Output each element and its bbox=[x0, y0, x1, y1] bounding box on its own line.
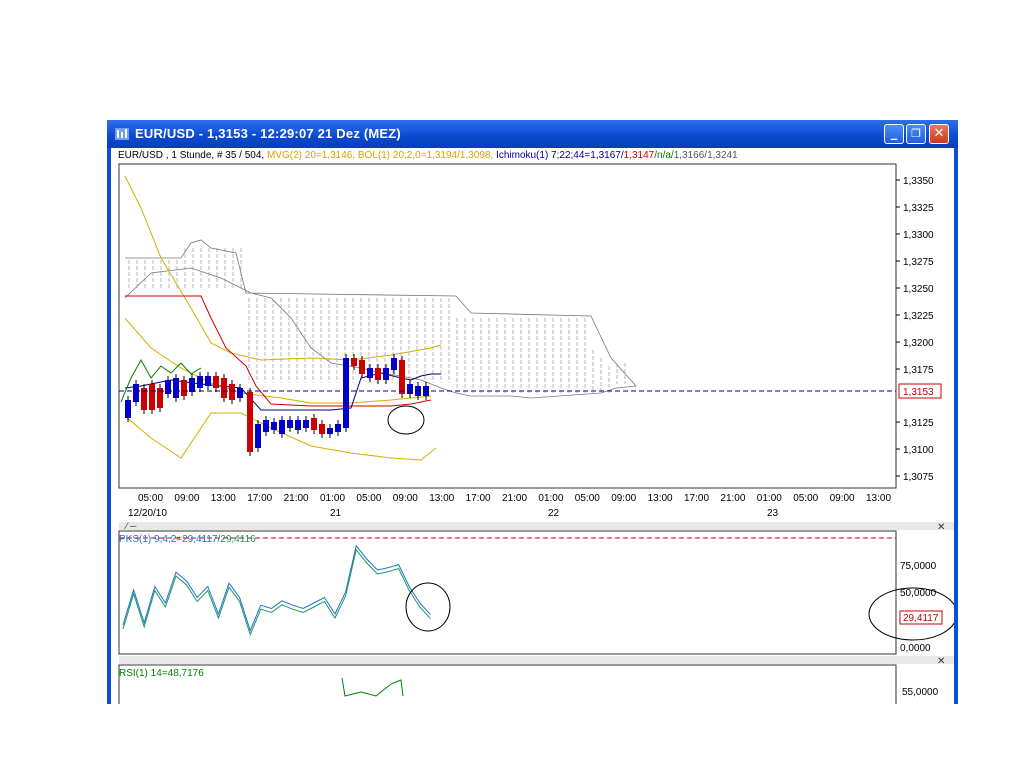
candle-body bbox=[247, 392, 253, 452]
pks-current-value: 29,4117 bbox=[903, 613, 939, 624]
time-axis-tick-label: 17:00 bbox=[466, 493, 491, 504]
candle-body bbox=[367, 368, 373, 378]
candle-body bbox=[165, 380, 171, 394]
panel-1-collapse-icon: ⁄ ─ bbox=[124, 521, 137, 531]
panel-2-close-icon: ✕ bbox=[937, 656, 945, 667]
candle-body bbox=[263, 420, 269, 432]
time-axis-tick-label: 13:00 bbox=[211, 493, 236, 504]
current-price-value: 1,3153 bbox=[903, 387, 934, 398]
time-axis-tick-label: 13:00 bbox=[648, 493, 673, 504]
candle-body bbox=[221, 378, 227, 398]
candle-body bbox=[407, 384, 413, 394]
pks-axis-tick-label: 75,0000 bbox=[900, 561, 937, 572]
candle-body bbox=[149, 384, 155, 410]
price-axis-tick-label: 1,3325 bbox=[903, 203, 934, 214]
candle-body bbox=[399, 360, 405, 394]
candle-body bbox=[205, 376, 211, 386]
restore-button[interactable]: ❐ bbox=[906, 124, 926, 144]
panel-1-close-icon: ✕ bbox=[937, 522, 945, 533]
pks-axis-tick-label: 50,0000 bbox=[900, 588, 937, 599]
price-axis-tick-label: 1,3250 bbox=[903, 284, 934, 295]
time-axis-tick-label: 09:00 bbox=[611, 493, 636, 504]
date-axis-label: 12/20/10 bbox=[128, 508, 167, 519]
rsi-label: RSI(1) 14=48,7176 bbox=[119, 668, 204, 679]
date-axis-label: 22 bbox=[548, 508, 560, 519]
candle-body bbox=[319, 424, 325, 434]
candle-body bbox=[213, 376, 219, 388]
candle-body bbox=[375, 368, 381, 380]
price-axis-tick-label: 1,3175 bbox=[903, 365, 934, 376]
chart-app-icon bbox=[115, 128, 129, 140]
candle-body bbox=[343, 358, 349, 428]
candle-body bbox=[279, 420, 285, 434]
time-axis-tick-label: 21:00 bbox=[720, 493, 745, 504]
rsi-axis-tick: 55,0000 bbox=[902, 687, 939, 698]
time-axis-tick-label: 13:00 bbox=[866, 493, 891, 504]
time-axis-tick-label: 05:00 bbox=[575, 493, 600, 504]
price-axis-tick-label: 1,3225 bbox=[903, 311, 934, 322]
chart-canvas[interactable]: 1,3350 1,3325 1,3300 1,3275 1,3250 1,3225 1,32… bbox=[111, 148, 954, 704]
price-axis-tick-label: 1,3100 bbox=[903, 445, 934, 456]
title-bar[interactable]: EUR/USD - 1,3153 - 12:29:07 21 Dez (MEZ)… bbox=[107, 120, 958, 148]
candle-body bbox=[351, 358, 357, 366]
chart-window: EUR/USD - 1,3153 - 12:29:07 21 Dez (MEZ)… bbox=[107, 120, 958, 704]
candle-body bbox=[125, 400, 131, 418]
candle-body bbox=[181, 380, 187, 396]
candle-body bbox=[287, 420, 293, 428]
candle-body bbox=[295, 420, 301, 430]
price-axis-tick-label: 1,3350 bbox=[903, 176, 934, 187]
candle-body bbox=[311, 418, 317, 430]
rsi-plot-frame bbox=[119, 665, 896, 704]
candle-body bbox=[391, 358, 397, 370]
price-axis-tick-label: 1,3300 bbox=[903, 230, 934, 241]
price-plot-frame bbox=[119, 164, 896, 488]
candle-body bbox=[327, 428, 333, 434]
time-axis-tick-label: 01:00 bbox=[538, 493, 563, 504]
time-axis-tick-label: 05:00 bbox=[793, 493, 818, 504]
date-axis-label: 23 bbox=[767, 508, 779, 519]
price-axis-tick-label: 1,3200 bbox=[903, 338, 934, 349]
time-axis-tick-label: 17:00 bbox=[684, 493, 709, 504]
pks-label: PKS(1) 9,4,2=29,4117/29,4116 bbox=[119, 534, 256, 545]
time-axis: 05:00 09:00 13:00 17:00 21:00 01:00 05:00 09:00… bbox=[138, 493, 891, 504]
time-axis-tick-label: 09:00 bbox=[393, 493, 418, 504]
date-axis: 12/20/10 21 22 23 bbox=[128, 508, 779, 519]
candle-body bbox=[383, 368, 389, 380]
window-title: EUR/USD - 1,3153 - 12:29:07 21 Dez (MEZ) bbox=[135, 126, 401, 141]
candle-body bbox=[133, 384, 139, 402]
time-axis-tick-label: 05:00 bbox=[356, 493, 381, 504]
price-axis-tick-label: 1,3075 bbox=[903, 472, 934, 483]
price-axis-tick-label: 1,3275 bbox=[903, 257, 934, 268]
panel-separator-2 bbox=[119, 656, 954, 664]
time-axis-tick-label: 13:00 bbox=[429, 493, 454, 504]
candle-body bbox=[303, 420, 309, 428]
candle-body bbox=[335, 424, 341, 432]
price-axis: 1,3350 1,3325 1,3300 1,3275 1,3250 1,3225 1,32… bbox=[896, 176, 934, 483]
time-axis-tick-label: 21:00 bbox=[502, 493, 527, 504]
date-axis-label: 21 bbox=[330, 508, 342, 519]
candle-body bbox=[359, 360, 365, 374]
chart-client-area: EUR/USD , 1 Stunde, # 35 / 504, MVG(2) 2… bbox=[111, 148, 954, 704]
time-axis-tick-label: 17:00 bbox=[247, 493, 272, 504]
minimize-button[interactable]: _ bbox=[884, 124, 904, 144]
candle-body bbox=[173, 378, 179, 398]
candle-body bbox=[189, 378, 195, 392]
time-axis-tick-label: 01:00 bbox=[320, 493, 345, 504]
candle-body bbox=[237, 388, 243, 398]
candle-body bbox=[255, 424, 261, 448]
time-axis-tick-label: 05:00 bbox=[138, 493, 163, 504]
pks-axis-tick-label: 0,0000 bbox=[900, 643, 931, 654]
time-axis-tick-label: 09:00 bbox=[830, 493, 855, 504]
time-axis-tick-label: 09:00 bbox=[174, 493, 199, 504]
candle-body bbox=[271, 422, 277, 430]
panel-separator-1 bbox=[119, 522, 954, 530]
candle-body bbox=[229, 384, 235, 400]
candle-body bbox=[197, 376, 203, 388]
time-axis-tick-label: 01:00 bbox=[757, 493, 782, 504]
time-axis-tick-label: 21:00 bbox=[284, 493, 309, 504]
price-axis-tick-label: 1,3125 bbox=[903, 418, 934, 429]
close-button[interactable]: ✕ bbox=[929, 124, 949, 144]
